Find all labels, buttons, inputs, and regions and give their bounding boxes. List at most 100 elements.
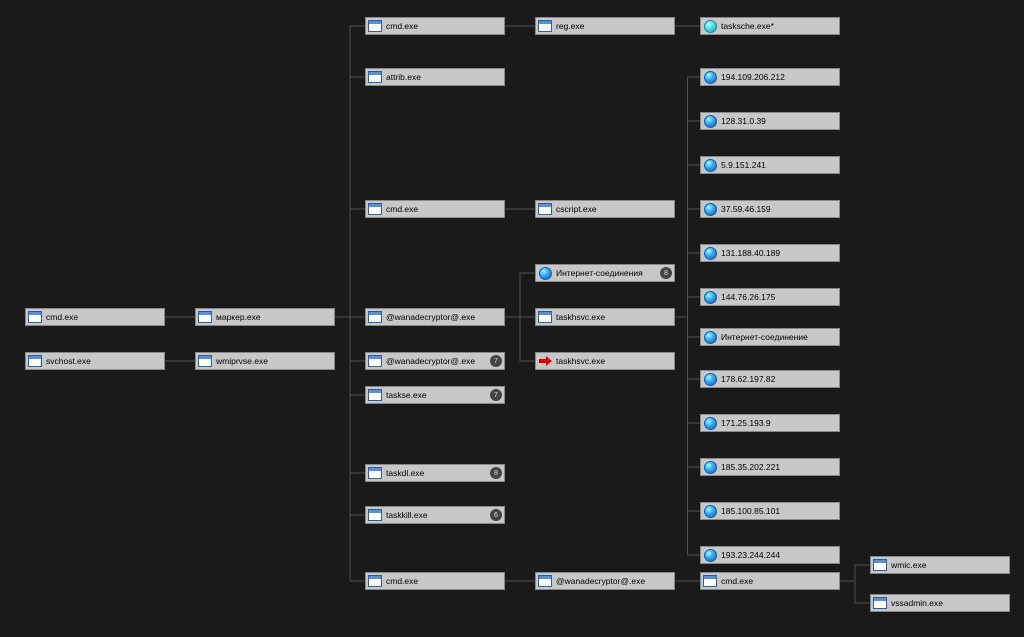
node-label: taskdl.exe bbox=[386, 468, 488, 478]
tree-node[interactable]: @wanadecryptor@.exe7 bbox=[365, 352, 505, 370]
process-icon bbox=[538, 574, 552, 588]
tree-edge bbox=[505, 273, 535, 317]
node-label: vssadmin.exe bbox=[891, 598, 1007, 608]
process-icon bbox=[368, 310, 382, 324]
process-icon bbox=[28, 354, 42, 368]
node-label: taskhsvc.exe bbox=[556, 312, 672, 322]
tree-node[interactable]: reg.exe bbox=[535, 17, 675, 35]
tree-node[interactable]: Интернет-соединение bbox=[700, 328, 840, 346]
tree-node[interactable]: 5.9.151.241 bbox=[700, 156, 840, 174]
node-label: cscript.exe bbox=[556, 204, 672, 214]
count-badge: 6 bbox=[490, 509, 502, 521]
tree-node[interactable]: taskhsvc.exe bbox=[535, 352, 675, 370]
tree-node[interactable]: cscript.exe bbox=[535, 200, 675, 218]
node-label: @wanadecryptor@.exe bbox=[386, 312, 502, 322]
node-label: tasksche.exe* bbox=[721, 21, 837, 31]
node-label: Интернет-соединение bbox=[721, 332, 837, 342]
globe-icon bbox=[703, 246, 717, 260]
globe-icon bbox=[703, 504, 717, 518]
node-label: 185.35.202.221 bbox=[721, 462, 837, 472]
tree-node[interactable]: svchost.exe bbox=[25, 352, 165, 370]
tree-node[interactable]: taskdl.exe8 bbox=[365, 464, 505, 482]
tree-node[interactable]: cmd.exe bbox=[700, 572, 840, 590]
tree-node[interactable]: wmiprvse.exe bbox=[195, 352, 335, 370]
tree-node[interactable]: Интернет-соединения8 bbox=[535, 264, 675, 282]
arrow-icon bbox=[538, 354, 552, 368]
process-icon bbox=[28, 310, 42, 324]
task-icon bbox=[703, 19, 717, 33]
process-icon bbox=[368, 466, 382, 480]
tree-node[interactable]: маркер.exe bbox=[195, 308, 335, 326]
count-badge: 8 bbox=[490, 467, 502, 479]
tree-node[interactable]: vssadmin.exe bbox=[870, 594, 1010, 612]
node-label: 131.188.40.189 bbox=[721, 248, 837, 258]
node-label: attrib.exe bbox=[386, 72, 502, 82]
node-label: 193.23.244.244 bbox=[721, 550, 837, 560]
globe-icon bbox=[703, 158, 717, 172]
tree-edge bbox=[335, 209, 365, 317]
globe-icon bbox=[703, 114, 717, 128]
node-label: cmd.exe bbox=[46, 312, 162, 322]
tree-edge bbox=[675, 317, 700, 555]
tree-edge bbox=[675, 297, 700, 317]
count-badge: 7 bbox=[490, 389, 502, 401]
node-label: taskse.exe bbox=[386, 390, 488, 400]
globe-icon bbox=[703, 330, 717, 344]
tree-node[interactable]: cmd.exe bbox=[25, 308, 165, 326]
tree-node[interactable]: 178.62.197.82 bbox=[700, 370, 840, 388]
node-label: @wanadecryptor@.exe bbox=[556, 576, 672, 586]
tree-node[interactable]: @wanadecryptor@.exe bbox=[365, 308, 505, 326]
tree-edge bbox=[840, 581, 870, 603]
node-label: taskhsvc.exe bbox=[556, 356, 672, 366]
globe-icon bbox=[703, 548, 717, 562]
tree-node[interactable]: 37.59.46.159 bbox=[700, 200, 840, 218]
process-icon bbox=[368, 70, 382, 84]
tree-node[interactable]: taskkill.exe6 bbox=[365, 506, 505, 524]
tree-node[interactable]: cmd.exe bbox=[365, 200, 505, 218]
process-icon bbox=[873, 596, 887, 610]
tree-node[interactable]: 171.25.193.9 bbox=[700, 414, 840, 432]
node-label: Интернет-соединения bbox=[556, 268, 658, 278]
process-icon bbox=[198, 354, 212, 368]
node-label: cmd.exe bbox=[386, 576, 502, 586]
tree-node[interactable]: 185.35.202.221 bbox=[700, 458, 840, 476]
globe-icon bbox=[703, 416, 717, 430]
tree-node[interactable]: cmd.exe bbox=[365, 17, 505, 35]
tree-node[interactable]: cmd.exe bbox=[365, 572, 505, 590]
node-label: 178.62.197.82 bbox=[721, 374, 837, 384]
node-label: 185.100.85.101 bbox=[721, 506, 837, 516]
tree-node[interactable]: tasksche.exe* bbox=[700, 17, 840, 35]
node-label: 171.25.193.9 bbox=[721, 418, 837, 428]
tree-edge bbox=[505, 317, 535, 361]
process-icon bbox=[538, 310, 552, 324]
tree-node[interactable]: taskhsvc.exe bbox=[535, 308, 675, 326]
node-label: маркер.exe bbox=[216, 312, 332, 322]
tree-node[interactable]: 131.188.40.189 bbox=[700, 244, 840, 262]
node-label: 144.76.26.175 bbox=[721, 292, 837, 302]
process-icon bbox=[703, 574, 717, 588]
process-icon bbox=[538, 19, 552, 33]
node-label: svchost.exe bbox=[46, 356, 162, 366]
tree-node[interactable]: 144.76.26.175 bbox=[700, 288, 840, 306]
globe-icon bbox=[703, 290, 717, 304]
node-label: cmd.exe bbox=[386, 204, 502, 214]
tree-node[interactable]: @wanadecryptor@.exe bbox=[535, 572, 675, 590]
tree-node[interactable]: 193.23.244.244 bbox=[700, 546, 840, 564]
tree-node[interactable]: 185.100.85.101 bbox=[700, 502, 840, 520]
tree-node[interactable]: 128.31.0.39 bbox=[700, 112, 840, 130]
globe-icon bbox=[703, 202, 717, 216]
tree-edge bbox=[335, 317, 365, 581]
tree-node[interactable]: taskse.exe7 bbox=[365, 386, 505, 404]
count-badge: 7 bbox=[490, 355, 502, 367]
tree-edge bbox=[840, 565, 870, 581]
node-label: wmic.exe bbox=[891, 560, 1007, 570]
process-icon bbox=[368, 508, 382, 522]
globe-icon bbox=[703, 70, 717, 84]
globe-icon bbox=[703, 372, 717, 386]
count-badge: 8 bbox=[660, 267, 672, 279]
node-label: 5.9.151.241 bbox=[721, 160, 837, 170]
tree-node[interactable]: 194.109.206.212 bbox=[700, 68, 840, 86]
tree-node[interactable]: attrib.exe bbox=[365, 68, 505, 86]
tree-node[interactable]: wmic.exe bbox=[870, 556, 1010, 574]
node-label: cmd.exe bbox=[721, 576, 837, 586]
